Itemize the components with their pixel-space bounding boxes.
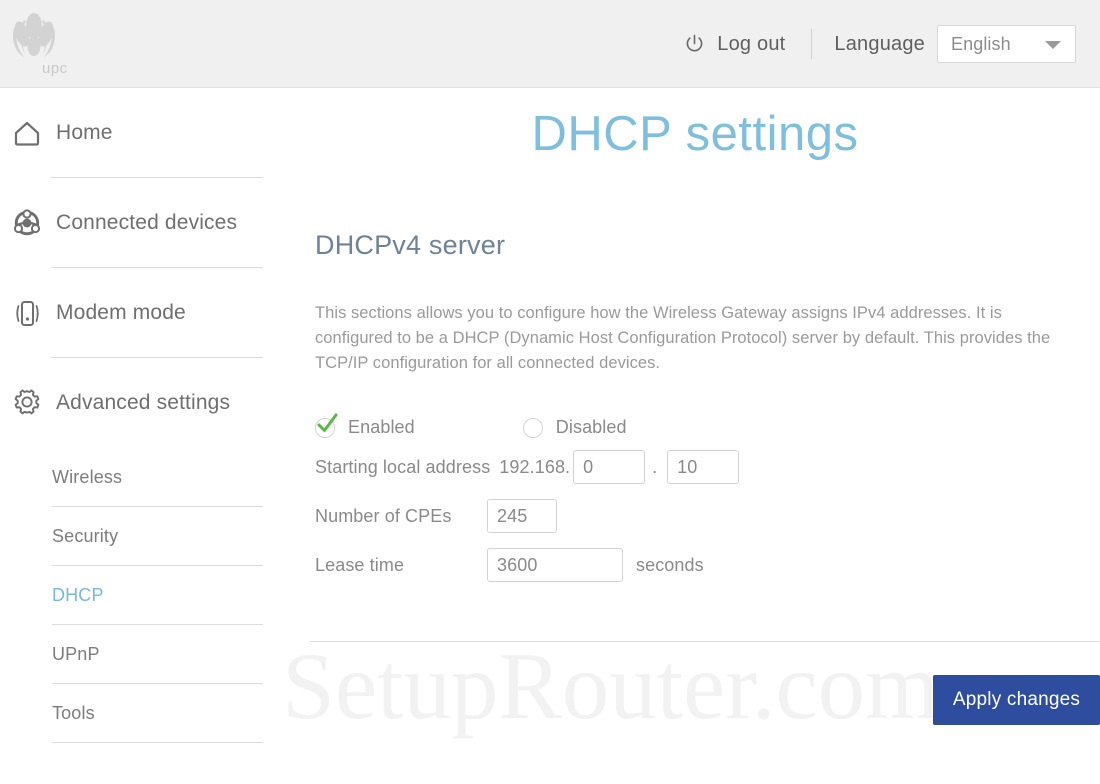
lease-time-unit-label: seconds — [636, 554, 704, 575]
language-select-value: English — [951, 33, 1011, 54]
page-header: upc Log out Language English — [0, 0, 1100, 88]
sidebar-item-label: Modem mode — [56, 301, 186, 324]
lease-time-label: Lease time — [315, 554, 405, 575]
sidebar-nav: Home Connected devices Modem mode Advanc… — [0, 88, 290, 784]
dhcp-server-state-group: Enabled Disabled — [315, 413, 627, 438]
brand-logo[interactable]: upc — [6, 8, 76, 84]
empty-radio-icon — [315, 413, 338, 438]
power-icon — [686, 34, 703, 51]
radio-disabled-label: Disabled — [555, 417, 627, 437]
network-devices-icon — [10, 206, 44, 240]
sidebar-item-modem-mode[interactable]: Modem mode — [0, 268, 290, 358]
sidebar-subitem-label: Security — [52, 526, 119, 546]
sidebar-item-advanced-settings[interactable]: Advanced settings — [0, 358, 290, 448]
sidebar-item-label: Advanced settings — [56, 391, 231, 414]
footer-divider — [310, 641, 1100, 642]
number-of-cpes-row: Number of CPEs — [315, 499, 557, 533]
radio-enabled-label: Enabled — [348, 417, 415, 437]
sidebar-item-label: Connected devices — [56, 211, 238, 234]
logout-button[interactable]: Log out — [683, 33, 785, 56]
ip-octet-separator: . — [652, 456, 658, 477]
sidebar-subitem-label: DHCP — [52, 585, 104, 605]
apply-changes-button[interactable]: Apply changes — [933, 675, 1100, 725]
language-select[interactable]: English — [937, 25, 1076, 63]
sidebar-item-label: Home — [56, 121, 113, 144]
gear-icon — [10, 386, 44, 420]
section-heading: DHCPv4 server — [315, 230, 506, 260]
empty-radio-icon — [522, 417, 543, 438]
chevron-down-icon — [1045, 41, 1061, 49]
starting-address-octet4-input[interactable] — [667, 450, 740, 484]
language-label: Language — [834, 32, 925, 55]
number-of-cpes-input[interactable] — [487, 499, 557, 533]
sidebar-item-home[interactable]: Home — [0, 88, 290, 178]
page-title: DHCP settings — [531, 107, 859, 161]
sidebar-item-security[interactable]: Security — [0, 507, 290, 566]
logout-label: Log out — [717, 32, 786, 55]
house-icon — [10, 116, 44, 150]
sidebar-item-tools[interactable]: Tools — [0, 684, 290, 743]
sidebar-divider — [52, 742, 263, 743]
sidebar-item-wireless[interactable]: Wireless — [0, 448, 290, 507]
ip-prefix-text: 192.168. — [499, 456, 571, 477]
lease-time-row: Lease time seconds — [315, 548, 704, 582]
sidebar-item-upnp[interactable]: UPnP — [0, 625, 290, 684]
radio-enabled[interactable]: Enabled — [315, 413, 415, 438]
starting-address-octet3-input[interactable] — [573, 450, 646, 484]
lease-time-input[interactable] — [487, 548, 623, 582]
radio-disabled[interactable]: Disabled — [522, 417, 627, 438]
sidebar-item-dhcp[interactable]: DHCP — [0, 566, 290, 625]
sidebar-subitem-label: Tools — [52, 703, 95, 723]
header-actions: Log out Language English — [683, 0, 1076, 88]
number-of-cpes-label: Number of CPEs — [315, 505, 452, 526]
router-admin-page: upc Log out Language English Home Connec… — [0, 0, 1100, 784]
sidebar-subitem-label: Wireless — [52, 467, 123, 487]
sidebar-item-connected-devices[interactable]: Connected devices — [0, 178, 290, 268]
green-check-icon — [317, 413, 338, 432]
header-divider — [811, 29, 813, 59]
modem-icon — [10, 296, 44, 330]
main-content: DHCP settings DHCPv4 server This section… — [282, 88, 1100, 784]
sidebar-subitem-label: UPnP — [52, 644, 100, 664]
lotus-logo-icon — [13, 13, 55, 57]
starting-local-address-row: Starting local address 192.168. . — [315, 450, 740, 484]
brand-name: upc — [42, 60, 68, 77]
starting-local-address-label: Starting local address — [315, 456, 491, 477]
section-description: This sections allows you to configure ho… — [315, 304, 1051, 372]
